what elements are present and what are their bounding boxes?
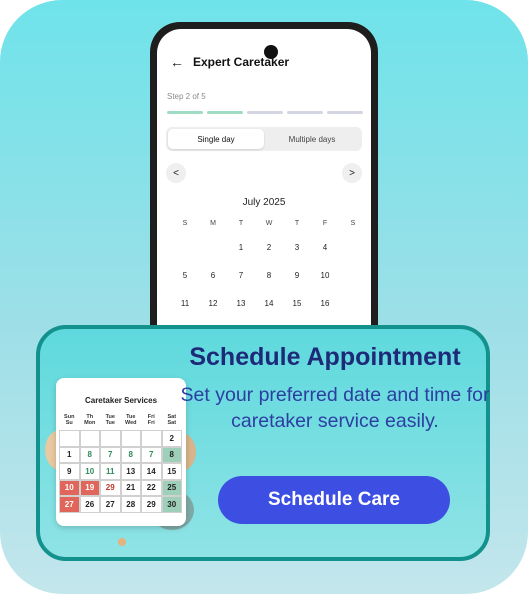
illustration-day-cell: 13 [120, 463, 141, 480]
illustration-day-cell: 7 [141, 446, 162, 463]
illustration-weekday: Th Mon [84, 414, 96, 426]
calendar-day[interactable]: 3 [283, 233, 311, 261]
illustration-day-cell: 19 [79, 479, 100, 496]
illustration-day-cell: 27 [59, 496, 80, 513]
app-header: ← Expert Caretaker [170, 55, 289, 69]
tab-multiple-days[interactable]: Multiple days [264, 129, 360, 149]
month-label: July 2025 [242, 197, 286, 208]
illustration-grid: Sun Su Th Mon Tue Tue Tue Wed Fri Fri Sat Sat 2 1 8 7 8 7… [59, 410, 183, 513]
illustration-day-cell [141, 430, 162, 447]
illustration-day-cell: 29 [100, 479, 121, 496]
weekday-header: T [238, 219, 244, 227]
calendar-day[interactable]: 8 [255, 261, 283, 289]
prev-month-button[interactable]: < [166, 163, 186, 183]
calendar-empty-cell [199, 233, 227, 261]
calendar-day[interactable]: 7 [227, 261, 255, 289]
illustration-day-cell: 15 [161, 463, 182, 480]
illustration-weekday: Tue Tue [105, 414, 115, 426]
page-title: Expert Caretaker [193, 55, 290, 69]
illustration-weekday: Fri Fri [147, 414, 155, 426]
schedule-care-button[interactable]: Schedule Care [218, 476, 450, 524]
illustration-day-cell: 10 [59, 479, 80, 496]
illustration-day-cell: 8 [79, 446, 100, 463]
illustration-day-cell: 27 [100, 496, 121, 513]
illustration-weekday: Sat Sat [167, 414, 177, 426]
illustration-day-cell: 29 [141, 496, 162, 513]
illustration-day-cell: 22 [141, 479, 162, 496]
illustration-day-cell: 8 [161, 446, 182, 463]
calendar-empty-cell [171, 233, 199, 261]
illustration-weekday: Sun Su [64, 414, 75, 426]
calendar-day[interactable]: 11 [171, 289, 199, 317]
illustration-day-cell: 10 [79, 463, 100, 480]
calendar-day[interactable]: 5 [171, 261, 199, 289]
illustration-title: Caretaker Services [84, 396, 158, 405]
promo-description: Set your preferred date and time for car… [180, 384, 490, 432]
illustration-weekday: Tue Wed [124, 414, 137, 426]
progress-segment [167, 111, 203, 114]
illustration-day-cell: 28 [120, 496, 141, 513]
calendar-illustration: Caretaker Services Sun Su Th Mon Tue Tue Tue We… [56, 378, 186, 526]
promo-title: Schedule Appointment [189, 343, 461, 371]
step-indicator: Step 2 of 5 [167, 92, 206, 101]
calendar-day[interactable]: 12 [199, 289, 227, 317]
calendar-day[interactable]: 13 [227, 289, 255, 317]
day-mode-toggle: Single day Multiple days [166, 127, 362, 151]
illustration-day-cell: 30 [161, 496, 182, 513]
illustration-day-cell: 21 [120, 479, 141, 496]
illustration-day-cell: 7 [100, 446, 121, 463]
calendar-day[interactable]: 14 [255, 289, 283, 317]
calendar-empty-cell [339, 261, 367, 289]
illustration-day-cell: 2 [161, 430, 182, 447]
weekday-header: S [182, 219, 188, 227]
calendar-day[interactable]: 15 [283, 289, 311, 317]
calendar-day[interactable]: 1 [227, 233, 255, 261]
illustration-day-cell [120, 430, 141, 447]
calendar-day[interactable]: 9 [283, 261, 311, 289]
arrow-left-icon[interactable]: ← [170, 55, 184, 69]
weekday-header: W [265, 219, 273, 227]
weekday-header: M [210, 219, 216, 227]
calendar-empty-cell [339, 233, 367, 261]
illustration-day-cell: 26 [79, 496, 100, 513]
illustration-day-cell: 14 [141, 463, 162, 480]
illustration-day-cell: 1 [59, 446, 80, 463]
progress-segment [327, 111, 363, 114]
weekday-header: T [294, 219, 300, 227]
illustration-day-cell [79, 430, 100, 447]
illustration-day-cell: 11 [100, 463, 121, 480]
weekday-header: S [350, 219, 356, 227]
calendar-day[interactable]: 6 [199, 261, 227, 289]
calendar-day[interactable]: 2 [255, 233, 283, 261]
progress-segment [207, 111, 243, 114]
calendar-day[interactable]: 10 [311, 261, 339, 289]
progress-segment [247, 111, 283, 114]
illustration-day-cell [59, 430, 80, 447]
illustration-day-cell: 25 [161, 479, 182, 496]
calendar-day[interactable]: 4 [311, 233, 339, 261]
illustration-day-cell: 9 [59, 463, 80, 480]
next-month-button[interactable]: > [342, 163, 362, 183]
weekday-header: F [322, 219, 328, 227]
step-progress-bar [167, 111, 363, 114]
decor-dot [118, 538, 126, 546]
illustration-day-cell: 8 [120, 446, 141, 463]
illustration-day-cell [100, 430, 121, 447]
progress-segment [287, 111, 323, 114]
calendar-empty-cell [339, 289, 367, 317]
tab-single-day[interactable]: Single day [168, 129, 264, 149]
calendar-day[interactable]: 16 [311, 289, 339, 317]
